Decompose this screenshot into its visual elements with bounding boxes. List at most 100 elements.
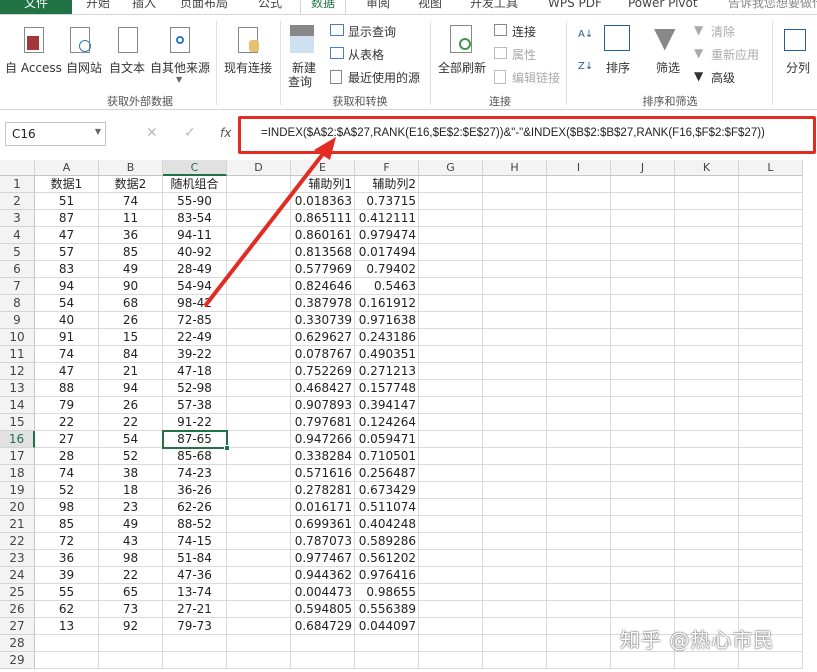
cell-C4[interactable]: 94-11: [163, 227, 227, 244]
empty-cell[interactable]: [739, 584, 803, 601]
empty-cell[interactable]: [419, 601, 483, 618]
insert-function-icon[interactable]: fx: [220, 126, 231, 140]
cell-C26[interactable]: 27-21: [163, 601, 227, 618]
row-header-19[interactable]: 19: [0, 482, 35, 499]
sort-descending-icon[interactable]: Z↓: [578, 61, 593, 72]
cell-F8[interactable]: 0.161912: [355, 295, 419, 312]
cell-B23[interactable]: 98: [99, 550, 163, 567]
empty-cell[interactable]: [419, 584, 483, 601]
cell-B16[interactable]: 54: [99, 431, 163, 448]
tab-wps-pdf[interactable]: WPS PDF: [548, 0, 602, 14]
row-header-6[interactable]: 6: [0, 261, 35, 278]
row-header-24[interactable]: 24: [0, 567, 35, 584]
cell-C21[interactable]: 88-52: [163, 516, 227, 533]
empty-cell[interactable]: [419, 380, 483, 397]
cell-C2[interactable]: 55-90: [163, 193, 227, 210]
empty-cell[interactable]: [611, 261, 675, 278]
cell-A27[interactable]: 13: [35, 618, 99, 635]
empty-cell[interactable]: [675, 363, 739, 380]
cell-F7[interactable]: 0.5463: [355, 278, 419, 295]
empty-cell[interactable]: [547, 176, 611, 193]
cell-C10[interactable]: 22-49: [163, 329, 227, 346]
empty-cell[interactable]: [419, 278, 483, 295]
empty-cell[interactable]: [675, 516, 739, 533]
empty-cell[interactable]: [419, 431, 483, 448]
empty-cell[interactable]: [547, 329, 611, 346]
row-header-21[interactable]: 21: [0, 516, 35, 533]
empty-cell[interactable]: [611, 652, 675, 669]
refresh-all-button[interactable]: 全部刷新: [438, 59, 486, 76]
empty-cell[interactable]: [419, 329, 483, 346]
empty-cell[interactable]: [739, 414, 803, 431]
empty-cell[interactable]: [611, 584, 675, 601]
empty-cell[interactable]: [483, 516, 547, 533]
empty-cell[interactable]: [227, 652, 291, 669]
cell-C6[interactable]: 28-49: [163, 261, 227, 278]
empty-cell[interactable]: [675, 652, 739, 669]
tab-page-layout[interactable]: 页面布局: [180, 0, 228, 14]
column-header-A[interactable]: A: [35, 160, 99, 176]
empty-cell[interactable]: [483, 193, 547, 210]
column-header-L[interactable]: L: [739, 160, 803, 176]
empty-cell[interactable]: [163, 652, 227, 669]
empty-cell[interactable]: [227, 278, 291, 295]
cell-E3[interactable]: 0.865111: [291, 210, 355, 227]
empty-cell[interactable]: [483, 397, 547, 414]
empty-cell[interactable]: [483, 244, 547, 261]
empty-cell[interactable]: [227, 312, 291, 329]
empty-cell[interactable]: [547, 652, 611, 669]
cell-B19[interactable]: 18: [99, 482, 163, 499]
empty-cell[interactable]: [675, 567, 739, 584]
empty-cell[interactable]: [227, 363, 291, 380]
empty-cell[interactable]: [227, 482, 291, 499]
cell-F9[interactable]: 0.971638: [355, 312, 419, 329]
empty-cell[interactable]: [227, 601, 291, 618]
row-header-16[interactable]: 16: [0, 431, 35, 448]
empty-cell[interactable]: [739, 295, 803, 312]
empty-cell[interactable]: [611, 346, 675, 363]
recent-sources-button[interactable]: 最近使用的源: [348, 69, 420, 86]
empty-cell[interactable]: [483, 210, 547, 227]
empty-cell[interactable]: [611, 244, 675, 261]
row-header-13[interactable]: 13: [0, 380, 35, 397]
empty-cell[interactable]: [739, 346, 803, 363]
empty-cell[interactable]: [611, 312, 675, 329]
empty-cell[interactable]: [419, 482, 483, 499]
empty-cell[interactable]: [227, 329, 291, 346]
cell-E10[interactable]: 0.629627: [291, 329, 355, 346]
empty-cell[interactable]: [483, 295, 547, 312]
cell-E9[interactable]: 0.330739: [291, 312, 355, 329]
empty-cell[interactable]: [227, 210, 291, 227]
empty-cell[interactable]: [739, 465, 803, 482]
empty-cell[interactable]: [419, 567, 483, 584]
empty-cell[interactable]: [419, 346, 483, 363]
cell-B9[interactable]: 26: [99, 312, 163, 329]
new-query-label[interactable]: 查询: [288, 73, 312, 90]
empty-cell[interactable]: [483, 618, 547, 635]
empty-cell[interactable]: [547, 295, 611, 312]
row-header-25[interactable]: 25: [0, 584, 35, 601]
cell-F19[interactable]: 0.673429: [355, 482, 419, 499]
row-header-15[interactable]: 15: [0, 414, 35, 431]
empty-cell[interactable]: [739, 652, 803, 669]
empty-cell[interactable]: [35, 652, 99, 669]
cell-E12[interactable]: 0.752269: [291, 363, 355, 380]
cell-C18[interactable]: 74-23: [163, 465, 227, 482]
empty-cell[interactable]: [227, 584, 291, 601]
empty-cell[interactable]: [419, 652, 483, 669]
empty-cell[interactable]: [739, 278, 803, 295]
empty-cell[interactable]: [675, 601, 739, 618]
empty-cell[interactable]: [419, 397, 483, 414]
tab-review[interactable]: 审阅: [366, 0, 390, 14]
cell-A3[interactable]: 87: [35, 210, 99, 227]
empty-cell[interactable]: [227, 618, 291, 635]
empty-cell[interactable]: [483, 329, 547, 346]
cell-B5[interactable]: 85: [99, 244, 163, 261]
empty-cell[interactable]: [547, 244, 611, 261]
cell-F21[interactable]: 0.404248: [355, 516, 419, 533]
empty-cell[interactable]: [611, 210, 675, 227]
cell-C8[interactable]: 98-42: [163, 295, 227, 312]
empty-cell[interactable]: [547, 261, 611, 278]
cell-A6[interactable]: 83: [35, 261, 99, 278]
cell-A10[interactable]: 91: [35, 329, 99, 346]
